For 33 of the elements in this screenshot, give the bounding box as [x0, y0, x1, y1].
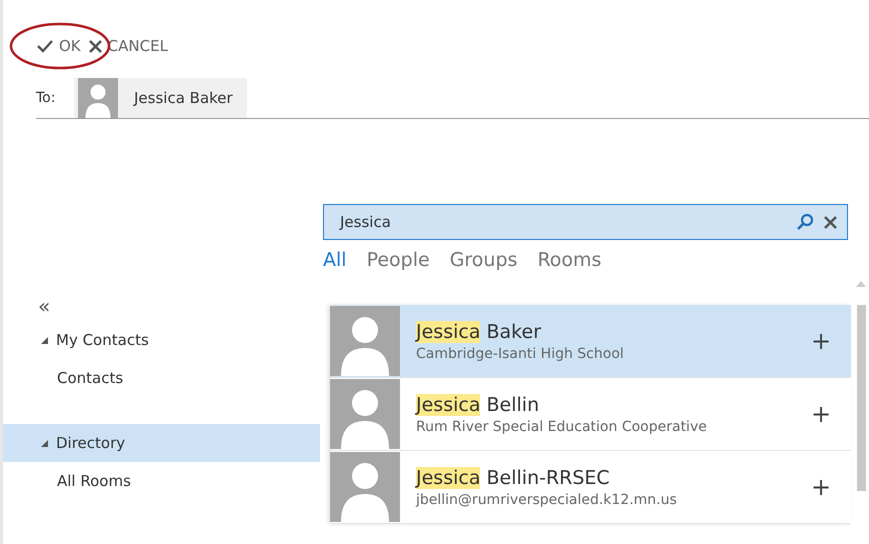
filter-tab[interactable]: People [366, 249, 430, 271]
expand-triangle-icon [41, 336, 48, 344]
contact-detail: Rum River Special Education Cooperative [416, 418, 708, 434]
search-icon[interactable] [796, 213, 814, 231]
sidebar-item[interactable]: Directory [3, 424, 320, 462]
contact-detail: Cambridge-Isanti High School [416, 346, 625, 362]
filter-tab[interactable]: Rooms [537, 249, 602, 271]
cancel-button[interactable]: CANCEL [88, 34, 168, 58]
search-field[interactable]: Jessica [323, 204, 848, 240]
contact-name: Jessica Bellin-RRSEC [416, 466, 611, 488]
add-button[interactable]: + [791, 451, 851, 523]
filter-tab[interactable]: Groups [450, 249, 518, 271]
add-button[interactable]: + [791, 305, 851, 377]
contact-name: Jessica Bellin [416, 394, 540, 416]
expand-triangle-icon [41, 440, 48, 446]
add-button[interactable]: + [791, 378, 851, 450]
contact-row[interactable]: Jessica Bellin-RRSEC jbellin@rumriverspecialed.k12.mn.us + [330, 451, 851, 524]
sidebar-item[interactable]: Contacts [3, 359, 320, 397]
contact-name: Jessica Baker [416, 320, 542, 342]
to-label: To: [36, 90, 56, 106]
collapse-button[interactable]: « [38, 291, 50, 321]
avatar-icon [330, 305, 400, 377]
sidebar-item[interactable]: All Rooms [3, 462, 320, 500]
recipient-chip[interactable]: Jessica Baker [74, 78, 247, 118]
contact-row[interactable]: Jessica Baker Cambridge-Isanti High School + [330, 305, 851, 378]
checkmark-icon [37, 39, 53, 53]
close-icon [88, 40, 102, 52]
scrollbar[interactable] [855, 281, 867, 491]
contact-detail: jbellin@rumriverspecialed.k12.mn.us [416, 492, 678, 508]
contact-row[interactable]: Jessica Bellin Rum River Special Education Cooperative + [330, 378, 851, 451]
sidebar-item[interactable]: My Contacts [3, 321, 320, 359]
close-icon[interactable] [824, 216, 837, 228]
filter-tab[interactable]: All [323, 249, 347, 271]
